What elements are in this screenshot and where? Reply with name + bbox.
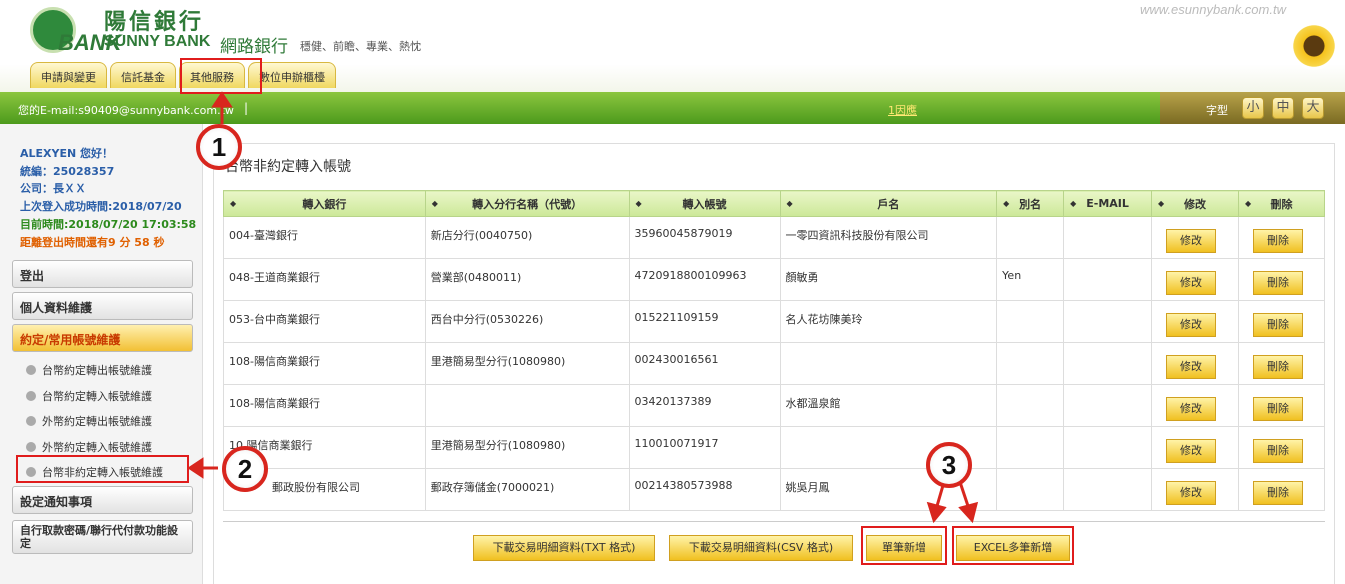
callout-1: 1 [196,124,242,170]
arrowhead-3a-icon [926,501,947,524]
arrowhead-1-icon [211,91,233,108]
arrow-line-3b [958,481,970,507]
arrowhead-2-icon [187,457,204,479]
callout-arrows [187,91,979,524]
callout-2: 2 [222,446,268,492]
arrowhead-3b-icon [958,501,979,524]
callout-3: 3 [926,442,972,488]
